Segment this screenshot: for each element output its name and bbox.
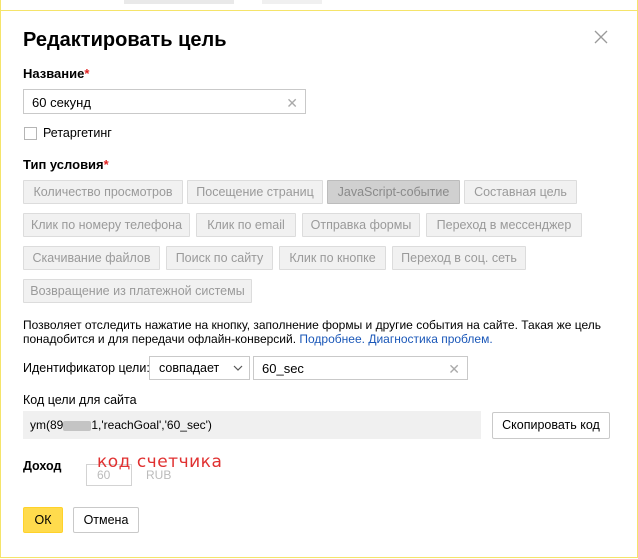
condition-messenger[interactable]: Переход в мессенджер bbox=[426, 213, 582, 237]
goal-code-box: ym(89 1,'reachGoal','60_sec') bbox=[23, 411, 481, 439]
goal-id-label: Идентификатор цели: bbox=[23, 361, 150, 375]
condition-description: Позволяет отследить нажатие на кнопку, з… bbox=[23, 318, 613, 346]
ok-button[interactable]: ОК bbox=[23, 507, 63, 533]
goal-id-value: 60_sec bbox=[262, 361, 304, 376]
condition-type-label: Тип условия* bbox=[23, 157, 109, 172]
condition-phone-click[interactable]: Клик по номеру телефона bbox=[23, 213, 190, 237]
condition-email-click[interactable]: Клик по email bbox=[196, 213, 296, 237]
diagnostics-link[interactable]: Диагностика проблем. bbox=[368, 332, 492, 346]
retargeting-checkbox[interactable] bbox=[24, 127, 37, 140]
condition-composite[interactable]: Составная цель bbox=[464, 180, 577, 204]
required-mark: * bbox=[103, 157, 109, 172]
name-label-text: Название bbox=[23, 66, 85, 81]
copy-code-button[interactable]: Скопировать код bbox=[492, 412, 610, 439]
condition-type-label-text: Тип условия bbox=[23, 157, 104, 172]
dialog-title: Редактировать цель bbox=[23, 29, 227, 51]
goal-name-value: 60 секунд bbox=[32, 95, 91, 110]
chevron-down-icon bbox=[233, 365, 243, 371]
condition-form-submit[interactable]: Отправка формы bbox=[302, 213, 420, 237]
condition-file-download[interactable]: Скачивание файлов bbox=[23, 246, 160, 270]
code-suffix: 1,'reachGoal','60_sec') bbox=[91, 418, 212, 432]
match-type-value: совпадает bbox=[159, 361, 220, 375]
goal-code-text: ym(89 1,'reachGoal','60_sec') bbox=[30, 418, 212, 432]
condition-site-search[interactable]: Поиск по сайту bbox=[166, 246, 273, 270]
clear-goal-id-icon[interactable]: ✕ bbox=[448, 361, 460, 378]
close-icon[interactable] bbox=[592, 28, 610, 46]
condition-javascript-event[interactable]: JavaScript-событие bbox=[327, 180, 460, 204]
redacted-counter-id bbox=[63, 420, 92, 431]
cancel-button[interactable]: Отмена bbox=[73, 507, 139, 533]
condition-views[interactable]: Количество просмотров bbox=[23, 180, 183, 204]
goal-name-input[interactable]: 60 секунд ✕ bbox=[23, 89, 306, 114]
condition-payment-return[interactable]: Возвращение из платежной системы bbox=[23, 279, 252, 303]
name-label: Название* bbox=[23, 66, 89, 81]
condition-social-network[interactable]: Переход в соц. сеть bbox=[392, 246, 526, 270]
income-label: Доход bbox=[23, 459, 62, 473]
more-link[interactable]: Подробнее. bbox=[299, 332, 365, 346]
condition-page-visit[interactable]: Посещение страниц bbox=[187, 180, 323, 204]
goal-id-input[interactable]: 60_sec ✕ bbox=[253, 356, 468, 380]
condition-button-click[interactable]: Клик по кнопке bbox=[279, 246, 386, 270]
counter-code-annotation: код счетчика bbox=[97, 452, 223, 472]
match-type-select[interactable]: совпадает bbox=[149, 356, 250, 380]
clear-name-icon[interactable]: ✕ bbox=[286, 95, 298, 112]
required-mark: * bbox=[84, 66, 90, 81]
retargeting-label: Ретаргетинг bbox=[43, 126, 112, 140]
goal-code-label: Код цели для сайта bbox=[23, 393, 137, 407]
code-prefix: ym(89 bbox=[30, 418, 64, 432]
